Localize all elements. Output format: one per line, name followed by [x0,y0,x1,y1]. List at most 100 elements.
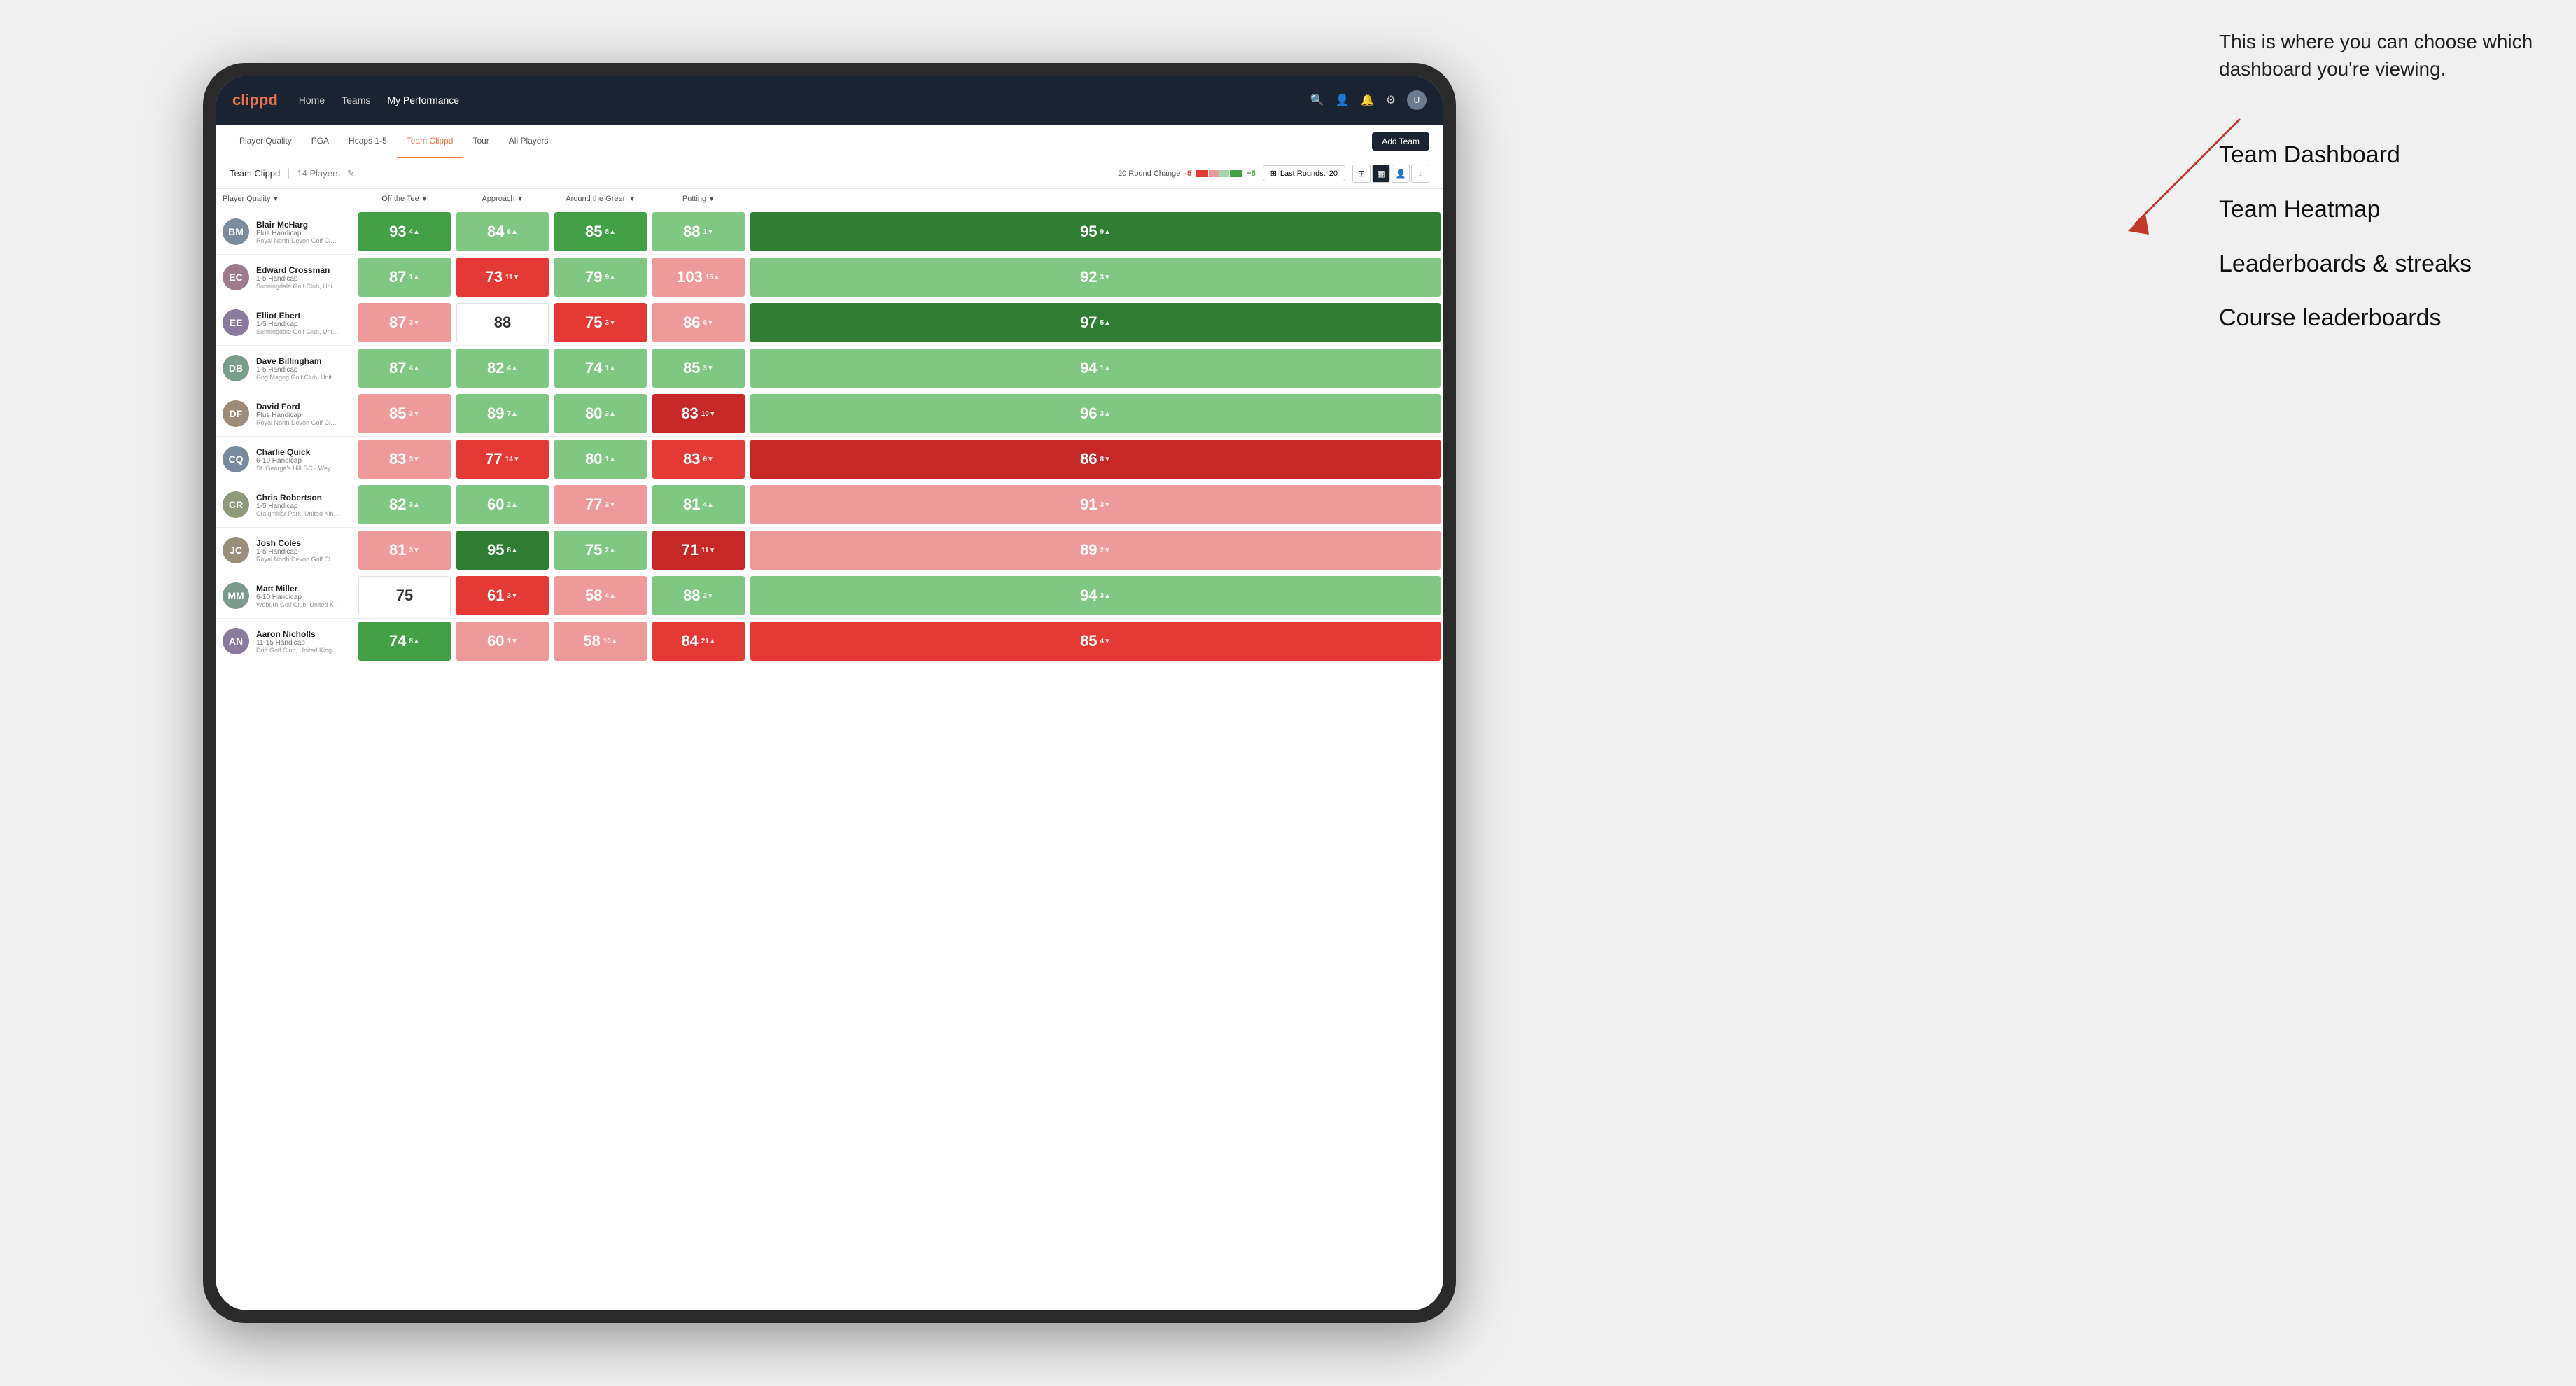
score-box: 83 6▼ [652,440,745,479]
player-name: Blair McHarg [256,220,340,230]
score-change: 8▲ [410,638,420,645]
bar-light-red [1209,170,1219,177]
score-value: 82 [389,496,406,514]
score-cell-5-1: 77 14▼ [454,437,552,482]
score-cell-2-0: 87 3▼ [356,300,454,346]
score-box: 75 [358,576,451,615]
score-change: 10▼ [701,410,716,418]
player-cell-1[interactable]: EC Edward Crossman 1-5 Handicap Sunningd… [216,255,356,300]
player-cell-6[interactable]: CR Chris Robertson 1-5 Handicap Craigmil… [216,482,356,528]
nav-link-teams[interactable]: Teams [342,94,370,106]
tab-allplayers[interactable]: All Players [499,125,559,158]
player-cell-2[interactable]: EE Elliot Ebert 1-5 Handicap Sunningdale… [216,300,356,346]
add-team-button[interactable]: Add Team [1372,132,1429,150]
score-cell-3-4: 94 1▲ [748,346,1443,391]
player-avatar: DF [223,400,249,427]
player-cell-7[interactable]: JC Josh Coles 1-5 Handicap Royal North D… [216,528,356,573]
player-info: Elliot Ebert 1-5 Handicap Sunningdale Go… [256,311,340,335]
search-icon[interactable]: 🔍 [1310,93,1324,107]
player-info: Charlie Quick 6-10 Handicap St. George's… [256,447,340,472]
bell-icon[interactable]: 🔔 [1361,93,1375,107]
score-box: 87 1▲ [358,258,451,297]
score-cell-8-3: 88 2▼ [650,573,748,619]
score-cell-0-4: 95 9▲ [748,209,1443,255]
player-handicap: 11-15 Handicap [256,639,340,647]
view-person-button[interactable]: 👤 [1392,164,1410,183]
tab-teamclippd[interactable]: Team Clippd [397,125,463,158]
tab-pga[interactable]: PGA [302,125,339,158]
tab-hcaps[interactable]: Hcaps 1-5 [339,125,397,158]
score-change: 7▲ [507,410,518,418]
sort-tee-arrow[interactable] [421,195,428,203]
annotation-items-list: Team Dashboard Team Heatmap Leaderboards… [2219,139,2555,335]
score-cell-4-2: 80 3▲ [552,391,650,437]
player-club: Royal North Devon Golf Club, United King… [256,556,340,563]
score-cell-6-3: 81 4▲ [650,482,748,528]
tab-tour[interactable]: Tour [463,125,498,158]
view-heatmap-button[interactable]: ▦ [1372,164,1390,183]
player-cell-8[interactable]: MM Matt Miller 6-10 Handicap Woburn Golf… [216,573,356,619]
score-box: 77 14▼ [456,440,549,479]
sort-approach-arrow[interactable] [517,195,524,203]
color-bar [1196,170,1242,177]
score-box: 74 1▲ [554,349,647,388]
neg-change-value: -5 [1184,169,1191,178]
annotation-item-heatmap: Team Heatmap [2219,193,2555,227]
edit-icon[interactable]: ✎ [347,168,355,179]
score-cell-6-2: 77 3▼ [552,482,650,528]
score-box: 80 3▲ [554,394,647,433]
player-handicap: 6-10 Handicap [256,594,340,601]
table-row: DF David Ford Plus Handicap Royal North … [216,391,1443,437]
score-cell-7-0: 81 3▼ [356,528,454,573]
player-cell-0[interactable]: BM Blair McHarg Plus Handicap Royal Nort… [216,209,356,255]
score-change: 3▲ [410,501,420,509]
bar-green [1230,170,1242,177]
score-value: 95 [487,541,504,559]
score-value: 84 [487,223,504,241]
player-cell-4[interactable]: DF David Ford Plus Handicap Royal North … [216,391,356,437]
score-change: 2▲ [507,501,518,509]
score-value: 74 [585,359,602,377]
score-value: 89 [487,405,504,423]
player-cell-9[interactable]: AN Aaron Nicholls 11-15 Handicap Drift G… [216,619,356,664]
score-change: 3▲ [1100,410,1111,418]
tab-pgat[interactable]: Player Quality [230,125,302,158]
sort-arrow[interactable] [273,195,279,203]
score-value: 87 [389,359,406,377]
player-name: Charlie Quick [256,447,340,457]
user-icon[interactable]: 👤 [1336,93,1350,107]
score-change: 3▼ [410,456,420,463]
view-download-button[interactable]: ↓ [1411,164,1429,183]
annotation-item-dashboard: Team Dashboard [2219,139,2555,172]
score-change: 4▲ [507,365,518,372]
table-row: MM Matt Miller 6-10 Handicap Woburn Golf… [216,573,1443,619]
table-row: EC Edward Crossman 1-5 Handicap Sunningd… [216,255,1443,300]
score-cell-2-2: 75 3▼ [552,300,650,346]
score-change: 3▼ [606,501,616,509]
nav-link-myperformance[interactable]: My Performance [387,94,459,106]
score-change: 3▼ [410,410,420,418]
score-value: 81 [683,496,700,514]
score-value: 94 [1080,587,1097,605]
last-rounds-button[interactable]: ⊞ Last Rounds: 20 [1263,165,1345,181]
settings-icon[interactable]: ⚙ [1386,93,1396,107]
score-box: 93 4▲ [358,212,451,251]
separator: | [287,167,290,180]
bar-light-green [1219,170,1229,177]
sort-putting-arrow[interactable] [708,195,715,203]
player-cell-5[interactable]: CQ Charlie Quick 6-10 Handicap St. Georg… [216,437,356,482]
col-player-label: Player Quality [223,195,270,203]
user-avatar[interactable]: U [1407,90,1427,110]
view-grid-button[interactable]: ⊞ [1352,164,1371,183]
score-value: 87 [389,268,406,286]
player-name: Edward Crossman [256,265,340,275]
sort-green-arrow[interactable] [629,195,636,203]
score-change: 5▲ [1100,319,1111,327]
score-box: 58 10▲ [554,622,647,661]
player-name: Chris Robertson [256,493,340,503]
score-box: 61 3▼ [456,576,549,615]
player-cell-3[interactable]: DB Dave Billingham 1-5 Handicap Gog Mago… [216,346,356,391]
score-box: 80 1▲ [554,440,647,479]
score-box: 77 3▼ [554,485,647,524]
nav-link-home[interactable]: Home [299,94,325,106]
